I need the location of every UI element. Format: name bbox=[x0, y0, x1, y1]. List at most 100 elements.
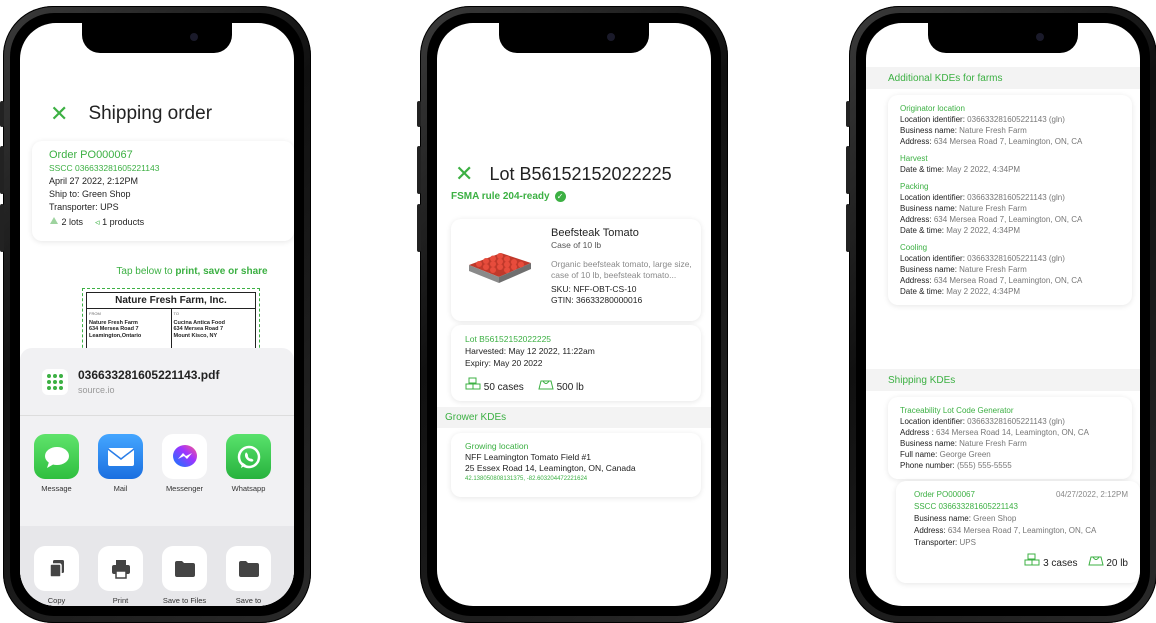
lot-harvested: Harvested: May 12 2022, 11:22am bbox=[465, 346, 595, 356]
scale-icon bbox=[1087, 556, 1104, 565]
kde-label: Business name: bbox=[900, 265, 957, 274]
mute-switch bbox=[0, 101, 4, 127]
kde-value: 634 Mersea Road 7, Leamington, ON, CA bbox=[933, 215, 1083, 224]
folder-icon bbox=[162, 546, 207, 591]
share-prompt-actions: print, save or share bbox=[175, 266, 268, 277]
kde-value: 634 Mersea Road 7, Leamington, ON, CA bbox=[947, 526, 1097, 535]
weight-stat: 500 lb bbox=[538, 378, 584, 394]
fsma-label: FSMA rule 204-ready bbox=[451, 191, 550, 202]
tomato-case-image bbox=[469, 253, 531, 283]
kde-value: George Green bbox=[939, 450, 991, 459]
mail-icon bbox=[98, 434, 143, 479]
kde-value: Green Shop bbox=[973, 514, 1017, 523]
label-company: Nature Fresh Farm, Inc. bbox=[86, 292, 256, 309]
order-date: 04/27/2022, 2:12PM bbox=[1055, 490, 1128, 499]
share-app-whatsapp[interactable]: Whatsapp bbox=[226, 434, 271, 493]
kde-label: Date & time: bbox=[900, 165, 945, 174]
tlc-title: Traceability Lot Code Generator bbox=[900, 406, 1014, 415]
growing-location-coords: 42.138050808131375, -82.603204472221624 bbox=[465, 476, 588, 482]
copy-icon bbox=[34, 546, 79, 591]
kde-value: May 2 2022, 4:34PM bbox=[946, 165, 1021, 174]
label-to: TO Cucina Antica Food 634 Mersea Road 7 … bbox=[170, 309, 256, 352]
kde-label: Address : bbox=[900, 428, 934, 437]
cooling-title: Cooling bbox=[900, 243, 928, 252]
lots-count: 2 lots bbox=[61, 217, 84, 227]
share-app-messenger[interactable]: Messenger bbox=[162, 434, 207, 493]
order-title: Order PO000067 bbox=[49, 149, 133, 161]
check-circle-icon: ✓ bbox=[554, 191, 566, 202]
kde-value: 036633281605221143 (gln) bbox=[967, 193, 1065, 202]
phone-frame: Additional KDEs for farms Originator loc… bbox=[846, 6, 1156, 623]
farm-kdes-card: Originator location Location identifier:… bbox=[888, 95, 1132, 305]
share-action-print[interactable]: Print bbox=[98, 546, 143, 606]
phone-frame: ✕ Lot B56152152022225 FSMA rule 204-read… bbox=[417, 6, 728, 623]
order-date: April 27 2022, 2:12PM bbox=[49, 176, 139, 186]
kde-label: Business name: bbox=[900, 126, 957, 135]
label-to-heading: TO bbox=[173, 311, 179, 316]
order-card[interactable]: Order PO000067 SSCC 036633281605221143 A… bbox=[32, 141, 294, 241]
pallet-icon bbox=[50, 217, 58, 224]
label-to-line: Cucina Antica Food bbox=[173, 319, 225, 326]
kde-label: Location identifier: bbox=[900, 254, 965, 263]
share-action-save-to-files[interactable]: Save to Files bbox=[162, 546, 207, 606]
messenger-icon bbox=[162, 434, 207, 479]
lot-detail-screen: ✕ Lot B56152152022225 FSMA rule 204-read… bbox=[437, 23, 711, 606]
whatsapp-icon bbox=[226, 434, 271, 479]
label-from-line: Leamington,Ontario bbox=[89, 332, 142, 339]
weight-value: 20 lb bbox=[1106, 557, 1128, 569]
share-app-label: Whatsapp bbox=[231, 484, 266, 493]
cases-stat: 3 cases bbox=[1024, 553, 1078, 570]
boxes-icon bbox=[465, 377, 481, 390]
share-action-save-to-dropbox[interactable]: Save to Dropbox bbox=[226, 546, 271, 606]
share-app-message[interactable]: Message bbox=[34, 434, 79, 493]
share-file-header: 036633281605221143.pdf source.io bbox=[20, 348, 294, 416]
kde-value: 036633281605221143 (gln) bbox=[967, 254, 1065, 263]
growing-location-card[interactable]: Growing location NFF Leamington Tomato F… bbox=[451, 433, 701, 497]
page-title: Shipping order bbox=[88, 103, 213, 124]
order-stats: 2 lots ◃ 1 products bbox=[49, 216, 277, 229]
share-sheet: 036633281605221143.pdf source.io Message… bbox=[20, 348, 294, 606]
file-name: 036633281605221143.pdf bbox=[78, 368, 220, 382]
share-action-copy[interactable]: Copy bbox=[34, 546, 79, 606]
share-actions-row: Copy Print Save to Files Save to bbox=[20, 526, 294, 606]
cases-stat: 50 cases bbox=[465, 377, 524, 394]
originator-title: Originator location bbox=[900, 104, 965, 113]
share-action-label: Save to Dropbox bbox=[234, 596, 262, 606]
message-icon bbox=[34, 434, 79, 479]
order-card[interactable]: Order PO000067 04/27/2022, 2:12PM SSCC 0… bbox=[896, 481, 1140, 583]
close-icon[interactable]: ✕ bbox=[50, 103, 68, 125]
kde-value: Nature Fresh Farm bbox=[959, 439, 1027, 448]
kde-label: Business name: bbox=[900, 204, 957, 213]
product-card[interactable]: Beefsteak Tomato Case of 10 lb Organic b… bbox=[451, 219, 701, 321]
shipping-order-screen: ✕ Shipping order Order PO000067 SSCC 036… bbox=[20, 23, 294, 606]
kde-label: Phone number: bbox=[900, 461, 955, 470]
phone-notch bbox=[82, 23, 232, 53]
kde-value: Nature Fresh Farm bbox=[959, 204, 1027, 213]
order-ship-to: Ship to: Green Shop bbox=[49, 189, 131, 199]
kde-value: May 2 2022, 4:34PM bbox=[946, 226, 1021, 235]
growing-location-field: NFF Leamington Tomato Field #1 bbox=[465, 452, 591, 462]
share-prompt-prefix: Tap below to bbox=[116, 266, 176, 277]
lot-stats: 50 cases 500 lb bbox=[465, 377, 687, 394]
close-icon[interactable]: ✕ bbox=[455, 163, 473, 185]
scale-icon bbox=[538, 380, 554, 389]
lot-number: Lot B56152152022225 bbox=[465, 334, 552, 344]
kde-label: Location identifier: bbox=[900, 115, 965, 124]
harvest-title: Harvest bbox=[900, 154, 928, 163]
kde-value: Nature Fresh Farm bbox=[959, 126, 1027, 135]
file-source: source.io bbox=[78, 385, 115, 395]
label-to-line: Mount Kisco, NY bbox=[173, 332, 218, 339]
growing-location-label: Growing location bbox=[465, 441, 529, 451]
products-stat: ◃ 1 products bbox=[95, 216, 144, 229]
product-description: Organic beefsteak tomato, large size, ca… bbox=[551, 259, 692, 280]
share-apps-row: Message Mail Messenger Whatsapp bbox=[34, 434, 294, 493]
share-app-mail[interactable]: Mail bbox=[98, 434, 143, 493]
lot-card[interactable]: Lot B56152152022225 Harvested: May 12 20… bbox=[451, 325, 701, 401]
cases-count: 50 cases bbox=[483, 382, 524, 393]
label-from-line: 634 Mersea Road 7 bbox=[89, 326, 139, 332]
share-action-label: Print bbox=[112, 596, 129, 605]
share-action-label: Save to Files bbox=[162, 596, 207, 605]
kde-label: Business name: bbox=[914, 514, 971, 523]
fsma-status: FSMA rule 204-ready ✓ bbox=[451, 191, 566, 202]
kde-value: 634 Mersea Road 14, Leamington, ON, CA bbox=[936, 428, 1090, 437]
